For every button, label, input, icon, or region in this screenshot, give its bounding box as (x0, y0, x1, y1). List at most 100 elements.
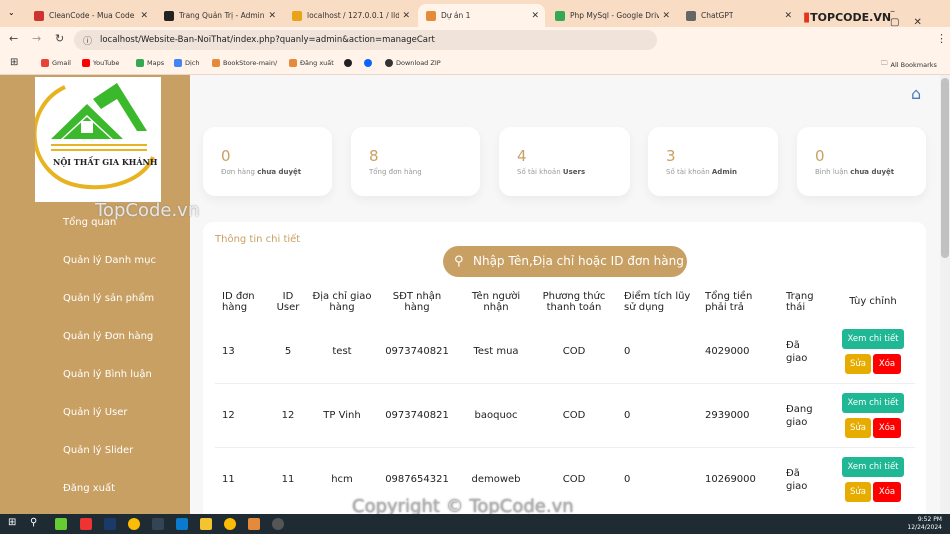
stat-label: Số tài khoản Users (517, 168, 585, 176)
sidebar-item[interactable]: Tổng quan (63, 217, 116, 228)
folder-icon: 🗀 (881, 59, 888, 67)
browser-tab[interactable]: Trang Quản Trị - Admin ✕ (156, 4, 282, 27)
stat-label-text: Bình luận (815, 168, 851, 176)
stat-label-bold: Users (562, 168, 586, 176)
table-cell: Đã giao (786, 468, 808, 492)
table-cell: Đang giao (786, 404, 813, 428)
table-cell: 13 (222, 346, 235, 357)
bookmark-bookstore[interactable]: BookStore-main/ (212, 59, 277, 67)
order-search-input[interactable]: ⚲ Nhập Tên,Địa chỉ hoặc ID đơn hàng cần … (443, 246, 687, 277)
bookmark-download-zip[interactable]: Download ZIP (385, 59, 441, 67)
bookmark-youtube[interactable]: YouTube (82, 59, 119, 67)
browser-tab[interactable]: localhost / 127.0.0.1 / lld / u✕ (284, 4, 416, 27)
photoshop-icon[interactable] (104, 518, 116, 530)
stat-label-bold: Admin (711, 168, 737, 176)
table-header: Trạng thái (786, 291, 814, 313)
xampp-icon[interactable] (248, 518, 260, 530)
window-controls[interactable]: –▢✕ (890, 6, 950, 28)
delete-button[interactable]: Xóa (873, 418, 901, 438)
browser-tab[interactable]: Dự án 1 ✕ (418, 4, 545, 27)
edit-button[interactable]: Sửa (845, 418, 871, 438)
stat-value: 0 (221, 147, 231, 165)
chrome-icon[interactable] (224, 518, 236, 530)
logo-text: NỘI THẤT GIA KHÁNH (53, 157, 158, 167)
sidebar-item[interactable]: Quản lý User (63, 407, 128, 418)
back-icon[interactable]: ← (9, 32, 18, 45)
tab-close-icon[interactable]: ✕ (662, 11, 670, 21)
bookmark-label: Đăng xuất (300, 59, 334, 67)
table-cell: Đã giao (786, 340, 808, 364)
edit-button[interactable]: Sửa (845, 482, 871, 502)
reload-icon[interactable]: ↻ (55, 32, 64, 45)
table-header: Địa chỉ giao hàng (312, 291, 372, 313)
site-logo[interactable]: NỘI THẤT GIA KHÁNH (32, 77, 161, 202)
bookmark-meta[interactable] (364, 59, 372, 67)
site-info-icon[interactable]: ⓘ (83, 34, 92, 47)
table-cell: 12 (222, 410, 235, 421)
sidebar-item[interactable]: Quản lý sản phẩm (63, 293, 154, 304)
stat-card: 0 Đơn hàng chưa duyệt (203, 127, 332, 196)
search-placeholder: Nhập Tên,Địa chỉ hoặc ID đơn hàng cần tì… (473, 254, 687, 268)
stat-value: 8 (369, 147, 379, 165)
search-icon: ⚲ (454, 254, 464, 269)
delete-button[interactable]: Xóa (873, 354, 901, 374)
bookmark-label: BookStore-main/ (223, 59, 278, 67)
table-cell: demoweb (471, 474, 521, 485)
view-detail-button[interactable]: Xem chi tiết (842, 393, 904, 413)
tab-close-icon[interactable]: ✕ (784, 11, 792, 21)
table-cell: 11 (281, 474, 295, 485)
browser-tab[interactable]: Php MySql - Google Drive ✕ (547, 4, 676, 27)
home-icon[interactable]: ⌂ (911, 84, 921, 103)
stat-value: 0 (815, 147, 825, 165)
file-explorer-icon[interactable] (200, 518, 212, 530)
stat-label-bold: chưa duyệt (257, 168, 302, 176)
table-header: ID đơn hàng (222, 291, 255, 313)
app-icon[interactable] (55, 518, 67, 530)
view-detail-button[interactable]: Xem chi tiết (842, 329, 904, 349)
app-icon[interactable] (80, 518, 92, 530)
tab-close-icon[interactable]: ✕ (402, 11, 410, 21)
edit-button[interactable]: Sửa (845, 354, 871, 374)
vscode-icon[interactable] (176, 518, 188, 530)
tab-title: Trang Quản Trị - Admin (179, 11, 265, 20)
browser-tab[interactable]: ChatGPT ✕ (678, 4, 798, 27)
chrome-icon[interactable] (128, 518, 140, 530)
sidebar-item[interactable]: Quản lý Slider (63, 445, 133, 456)
url-input[interactable]: localhost/Website-Ban-NoiThat/index.php?… (74, 30, 657, 50)
tab-close-icon[interactable]: ✕ (268, 11, 276, 21)
tab-title: Dự án 1 (441, 11, 471, 20)
table-cell: 10269000 (705, 474, 756, 485)
scrollbar-thumb[interactable] (941, 78, 949, 258)
table-cell: Test mua (473, 346, 519, 357)
search-taskbar-icon[interactable]: ⚲ (30, 517, 37, 528)
bookmark-maps[interactable]: Maps (136, 59, 164, 67)
table-cell: COD (562, 474, 586, 485)
browser-tab[interactable]: CleanCode - Mua Code trực✕ (26, 4, 154, 27)
forward-icon[interactable]: → (32, 32, 41, 45)
app-icon[interactable] (152, 518, 164, 530)
stat-card: 4 Số tài khoản Users (499, 127, 630, 196)
tab-close-icon[interactable]: ✕ (531, 11, 539, 21)
table-header: Tùy chỉnh (849, 296, 897, 307)
menu-icon[interactable]: ⋮ (936, 32, 947, 45)
bookmark-label: Dịch (185, 59, 200, 67)
bookmark-dich[interactable]: Dịch (174, 59, 200, 67)
apps-icon[interactable]: ⊞ (10, 57, 18, 68)
tab-favicon-icon (686, 10, 696, 21)
all-bookmarks[interactable]: 🗀 All Bookmarks (881, 59, 937, 70)
windows-start-icon[interactable]: ⊞ (8, 517, 16, 528)
bookmark-github[interactable] (344, 59, 352, 67)
sidebar-item[interactable]: Quản lý Danh mục (63, 255, 156, 266)
obs-icon[interactable] (272, 518, 284, 530)
bookmark-gmail[interactable]: Gmail (41, 59, 71, 67)
delete-button[interactable]: Xóa (873, 482, 901, 502)
sidebar-item[interactable]: Quản lý Bình luận (63, 369, 152, 380)
tab-search-icon[interactable]: ⌄ (8, 8, 15, 17)
table-header: SĐT nhận hàng (392, 291, 442, 313)
sidebar-item[interactable]: Đăng xuất (63, 483, 115, 494)
bookmark-dang-xuat[interactable]: Đăng xuất (289, 59, 334, 67)
tab-close-icon[interactable]: ✕ (140, 11, 148, 21)
sidebar-item[interactable]: Quản lý Đơn hàng (63, 331, 153, 342)
view-detail-button[interactable]: Xem chi tiết (842, 457, 904, 477)
clock[interactable]: 9:52 PM 12/24/2024 (907, 516, 942, 532)
